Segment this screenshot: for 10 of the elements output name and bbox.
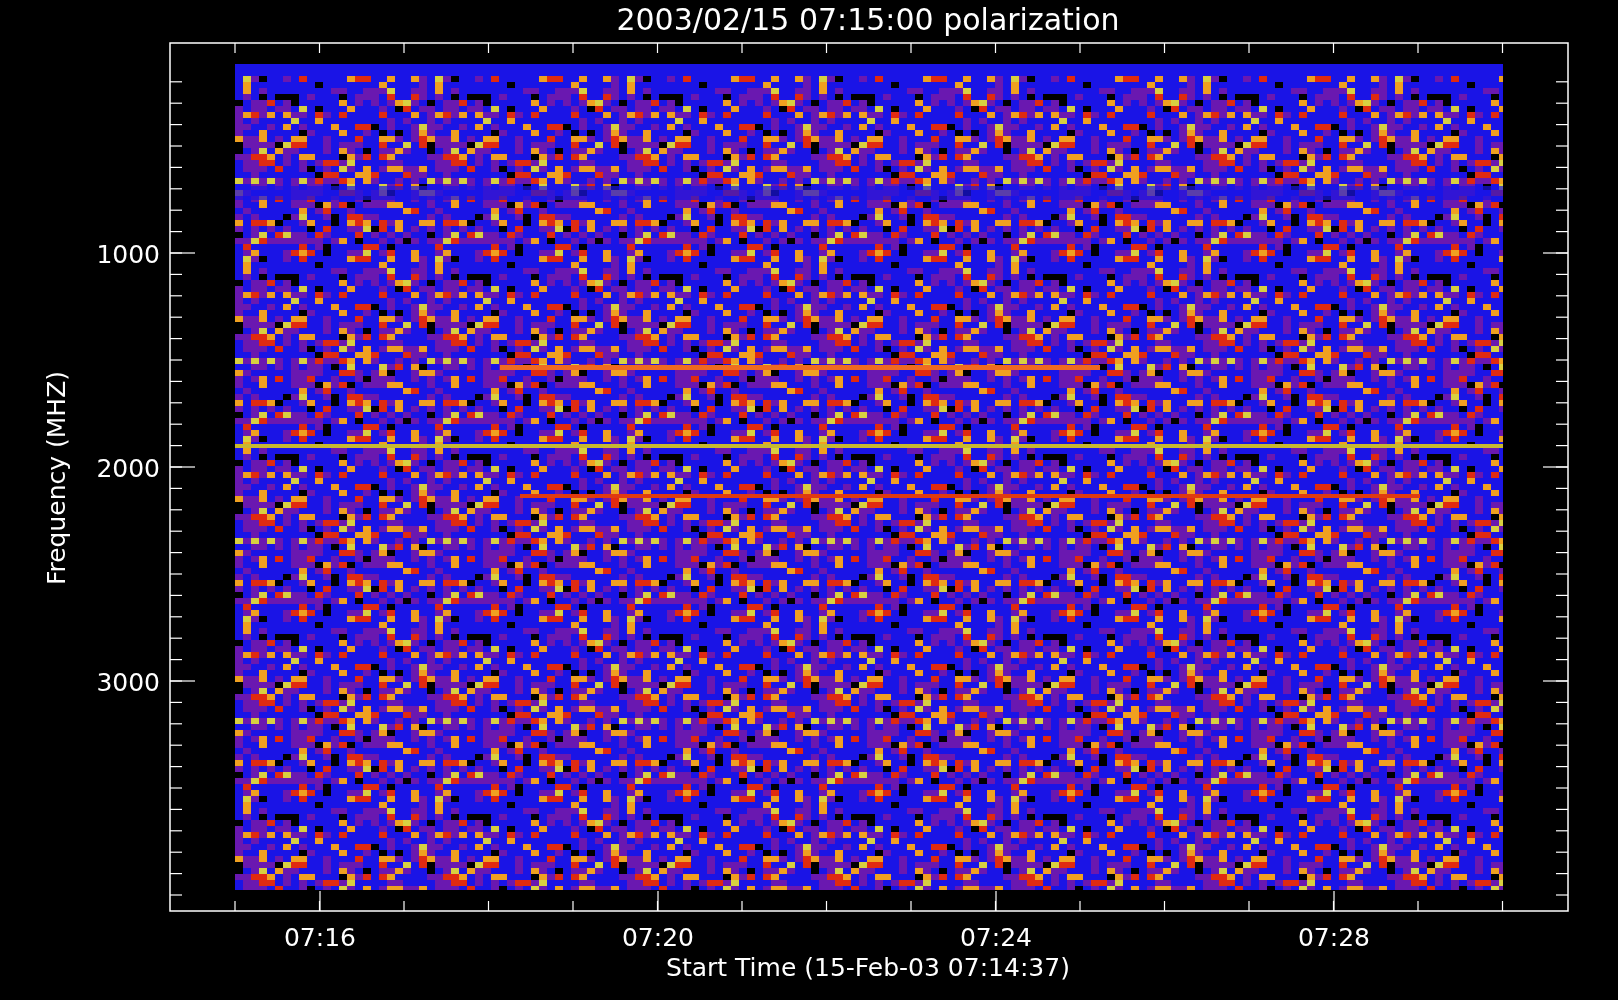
x-axis-label: Start Time (15-Feb-03 07:14:37) — [666, 953, 1070, 982]
x-tick-label: 07:20 — [622, 923, 694, 952]
x-tick-label: 07:24 — [960, 923, 1032, 952]
x-tick-label: 07:16 — [284, 923, 356, 952]
y-axis-label: Frequency (MHZ) — [42, 370, 71, 586]
y-tick-label: 1000 — [96, 240, 160, 269]
y-tick-label: 3000 — [96, 668, 160, 697]
y-tick-label: 2000 — [96, 454, 160, 483]
x-tick-label: 07:28 — [1298, 923, 1370, 952]
chart-title: 2003/02/15 07:15:00 polarization — [616, 2, 1120, 37]
